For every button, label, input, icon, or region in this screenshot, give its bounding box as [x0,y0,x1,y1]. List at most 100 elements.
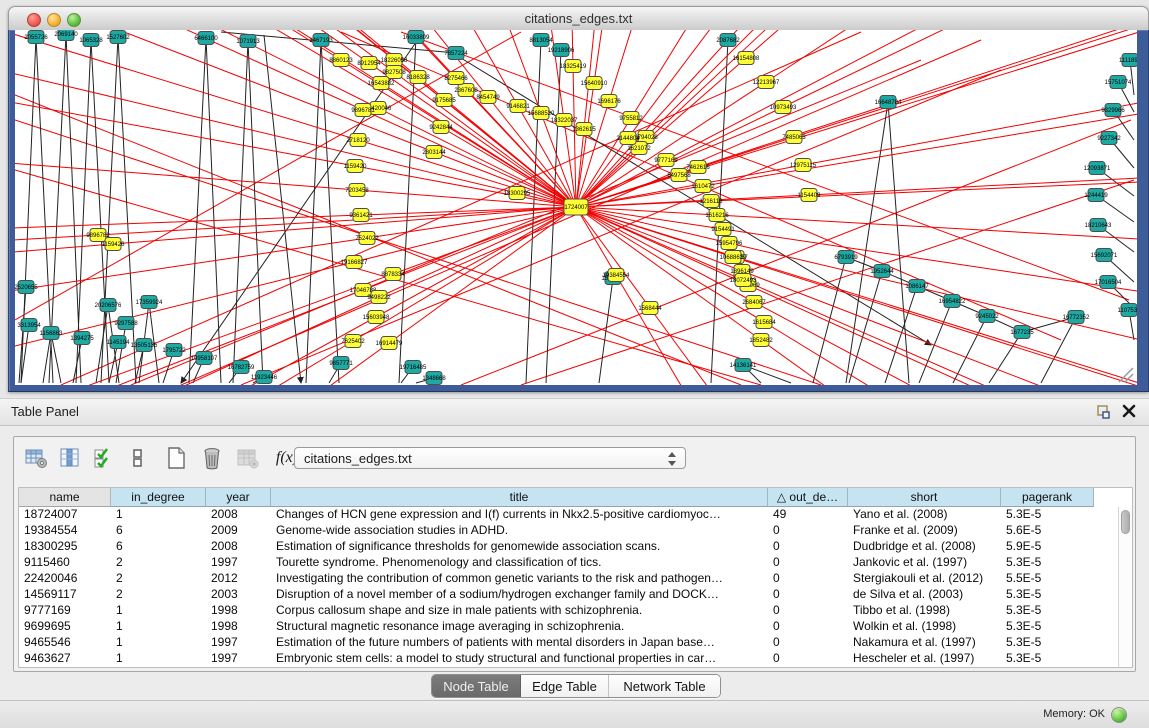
table-cell[interactable]: 0 [768,555,848,571]
table-cell[interactable]: 2 [111,555,206,571]
table-cell[interactable]: Estimation of the future numbers of pati… [271,635,768,651]
table-cell[interactable]: 1997 [206,651,271,667]
table-cell[interactable]: 2 [111,571,206,587]
table-cell[interactable]: 9463627 [19,651,111,667]
table-cell[interactable]: 19384554 [19,523,111,539]
table-cell[interactable]: Yano et al. (2008) [848,507,1001,523]
graph-node[interactable]: 18325419 [560,60,587,73]
delete-rows-icon[interactable] [198,443,226,473]
graph-node[interactable]: 7625402 [341,335,365,348]
graph-node[interactable]: 3313954 [17,319,41,332]
graph-node[interactable]: 20206576 [95,299,122,312]
table-cell[interactable]: Dudbridge et al. (2008) [848,539,1001,555]
table-cell[interactable]: 18724007 [19,507,111,523]
table-cell[interactable]: Wolkin et al. (1998) [848,619,1001,635]
table-row[interactable]: 1938455462009Genome-wide association stu… [19,523,1120,539]
table-cell[interactable]: 5.9E-5 [1001,539,1094,555]
graph-node[interactable]: 8878334 [381,268,405,281]
graph-node[interactable]: 7203458 [345,184,369,197]
table-row[interactable]: 977716911998Corpus callosum shape and si… [19,603,1120,619]
table-cell[interactable]: 9465546 [19,635,111,651]
graph-node[interactable]: 1724007 [564,199,588,215]
graph-node[interactable]: 2055726 [24,31,48,44]
column-header-year[interactable]: year [206,488,271,507]
graph-node[interactable]: 8275466 [444,72,468,85]
graph-node[interactable]: 18210643 [1085,219,1112,232]
graph-node[interactable]: 2069140 [54,30,78,41]
table-scrollbar[interactable] [1118,507,1132,667]
table-cell[interactable]: Disruption of a novel member of a sodium… [271,587,768,603]
table-cell[interactable]: 5.3E-5 [1001,507,1094,523]
table-cell[interactable]: Genome-wide association studies in ADHD. [271,523,768,539]
table-cell[interactable]: 0 [768,603,848,619]
graph-node[interactable]: 9498222 [367,291,391,304]
table-row[interactable]: 969969511998Structural magnetic resonanc… [19,619,1120,635]
table-cell[interactable]: 0 [768,539,848,555]
table-cell[interactable]: 6 [111,523,206,539]
table-cell[interactable]: 9699695 [19,619,111,635]
graph-node[interactable]: 2087682 [716,34,740,47]
tab-node-table[interactable]: Node Table [432,675,520,697]
graph-node[interactable]: 2803144 [422,146,446,159]
close-panel-icon[interactable] [1121,403,1137,419]
table-cell[interactable]: 5.3E-5 [1001,619,1094,635]
table-row[interactable]: 2242004622012Investigating the contribut… [19,571,1120,587]
graph-node[interactable]: 19218906 [548,44,575,57]
table-cell[interactable]: 9777169 [19,603,111,619]
graph-node[interactable]: 9227342 [1097,132,1121,145]
graph-node[interactable]: 15640910 [581,77,608,90]
table-cell[interactable]: 1997 [206,635,271,651]
graph-node[interactable]: 1111896 [1119,54,1137,67]
table-cell[interactable]: 5.3E-5 [1001,635,1094,651]
table-cell[interactable]: Franke et al. (2009) [848,523,1001,539]
table-cell[interactable]: 5.3E-5 [1001,651,1094,667]
graph-node[interactable]: 12093871 [1084,162,1111,175]
graph-node[interactable]: 8186328 [406,71,430,84]
graph-node[interactable]: 1696176 [597,95,621,108]
table-cell[interactable]: 0 [768,651,848,667]
table-row[interactable]: 1830029562008Estimation of significance … [19,539,1120,555]
graph-node[interactable]: 7462616 [686,161,710,174]
graph-node[interactable]: 1394275 [70,332,94,345]
table-cell[interactable]: 1997 [206,555,271,571]
table-settings-icon[interactable] [22,443,50,473]
table-cell[interactable]: Changes of HCN gene expression and I(f) … [271,507,768,523]
network-canvas[interactable]: 2055726206914010653281527602646610010719… [15,30,1137,385]
graph-node[interactable]: 8454749 [476,91,500,104]
graph-node[interactable]: 1795722 [162,344,186,357]
table-row[interactable]: 911546021997Tourette syndrome. Phenomeno… [19,555,1120,571]
graph-node[interactable]: 9242844 [429,121,453,134]
graph-node[interactable]: 7524022 [355,232,379,245]
graph-node[interactable]: 1244419 [1084,189,1108,202]
column-header-name[interactable]: name [19,488,111,507]
graph-node[interactable]: 1156863 [40,327,64,340]
graph-node[interactable]: 8813054 [529,34,553,47]
table-cell[interactable]: 2 [111,587,206,603]
graph-node[interactable]: 9175685 [432,94,456,107]
table-select-dropdown[interactable]: citations_edges.txt [294,447,686,469]
graph-node[interactable]: 17359924 [136,296,163,309]
show-columns-icon[interactable] [56,443,84,473]
graph-node[interactable]: 2520655 [15,281,38,294]
table-cell[interactable]: 14569117 [19,587,111,603]
graph-node[interactable]: 19166827 [341,256,368,269]
table-row[interactable]: 1872400712008Changes of HCN gene express… [19,507,1120,523]
graph-node[interactable]: 15954796 [716,237,743,250]
graph-node[interactable]: 1527602 [106,31,130,44]
table-cell[interactable]: 5.3E-5 [1001,603,1094,619]
table-cell[interactable]: 0 [768,635,848,651]
graph-node[interactable]: 2718120 [346,134,370,147]
graph-node[interactable]: 15692071 [1091,249,1118,262]
graph-node[interactable]: 17016504 [1095,276,1122,289]
column-header-out_de[interactable]: △ out_de… [768,488,848,507]
graph-node[interactable]: 1852482 [749,334,773,347]
graph-node[interactable]: 1065328 [79,34,103,47]
graph-node[interactable]: 12975115 [790,159,817,172]
table-scrollbar-thumb[interactable] [1121,510,1130,534]
graph-node[interactable]: 9245022 [975,310,999,323]
row-options-icon[interactable] [124,443,152,473]
graph-node[interactable]: 14136141 [730,359,757,372]
float-panel-icon[interactable] [1095,404,1111,420]
column-header-in_degree[interactable]: in_degree [111,488,206,507]
tab-edge-table[interactable]: Edge Table [520,675,608,697]
